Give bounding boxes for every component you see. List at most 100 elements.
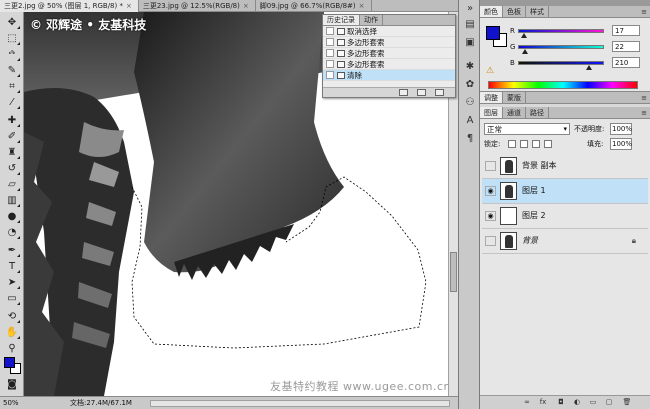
visibility-eye-icon[interactable]: ◉ — [485, 186, 496, 196]
shape-tool-icon[interactable]: ▭ — [4, 292, 20, 306]
clone-source-icon[interactable]: ⚇ — [463, 96, 477, 109]
clone-stamp-tool-icon[interactable]: ♜ — [4, 146, 20, 160]
tab-masks[interactable]: 蒙版 — [503, 92, 526, 103]
link-layers-icon[interactable]: ∞ — [522, 398, 532, 407]
eraser-tool-icon[interactable]: ▱ — [4, 178, 20, 192]
history-source-checkbox[interactable] — [326, 27, 334, 35]
red-slider[interactable]: R 17 — [510, 25, 646, 38]
zoom-tool-icon[interactable]: ⚲ — [4, 342, 20, 356]
new-snapshot-icon[interactable] — [417, 89, 426, 96]
new-group-icon[interactable]: ▭ — [588, 398, 598, 407]
blur-tool-icon[interactable]: ● — [4, 210, 20, 224]
fill-input[interactable]: 100% — [610, 138, 632, 150]
tool-presets-icon[interactable]: ✱ — [463, 60, 477, 73]
doc-tab-active[interactable]: 三更2.jpg @ 50% (图层 1, RGB/8) * × — [0, 0, 139, 12]
visibility-toggle[interactable] — [485, 161, 496, 171]
paragraph-icon[interactable]: ¶ — [463, 132, 477, 145]
blue-value-input[interactable]: 210 — [612, 57, 640, 68]
lock-all-icon[interactable] — [544, 140, 552, 148]
green-track[interactable] — [518, 45, 604, 49]
history-item[interactable]: 取消选择 — [323, 26, 455, 37]
crop-tool-icon[interactable]: ⌗ — [4, 80, 20, 94]
layer-row[interactable]: 背景 🔒︎ — [482, 229, 648, 254]
layer-row[interactable]: ◉ 图层 2 — [482, 204, 648, 229]
doc-tab-2[interactable]: 三更23.jpg @ 12.5%(RGB/8) × — [139, 0, 256, 12]
red-slider-knob[interactable] — [520, 33, 527, 38]
hand-tool-icon[interactable]: ✋ — [4, 326, 20, 340]
blend-mode-select[interactable]: 正常 — [484, 123, 570, 135]
foreground-color-swatch[interactable] — [4, 357, 15, 368]
tab-styles[interactable]: 样式 — [526, 6, 549, 17]
character-icon[interactable]: A — [463, 114, 477, 127]
close-icon[interactable]: × — [126, 0, 132, 12]
close-icon[interactable]: × — [243, 0, 249, 12]
lock-pixels-icon[interactable] — [520, 140, 528, 148]
3d-rotate-tool-icon[interactable]: ⟲ — [4, 310, 20, 324]
tab-channels[interactable]: 通道 — [503, 107, 526, 118]
add-mask-icon[interactable]: ◘ — [556, 398, 566, 407]
quick-select-tool-icon[interactable]: ✎ — [4, 64, 20, 78]
foreground-color-swatch[interactable] — [486, 26, 500, 40]
visibility-toggle[interactable] — [485, 236, 496, 246]
green-value-input[interactable]: 22 — [612, 41, 640, 52]
lock-transparency-icon[interactable] — [508, 140, 516, 148]
history-item[interactable]: 多边形套索 — [323, 48, 455, 59]
red-value-input[interactable]: 17 — [612, 25, 640, 36]
move-tool-icon[interactable]: ✥ — [4, 16, 20, 30]
tab-paths[interactable]: 路径 — [526, 107, 549, 118]
brush-tool-icon[interactable]: ✐ — [4, 130, 20, 144]
lasso-tool-icon[interactable]: ⰴ — [4, 48, 20, 62]
history-item[interactable]: 多边形套索 — [323, 37, 455, 48]
gamut-warning-icon[interactable]: ⚠ — [486, 66, 494, 76]
tab-adjustments[interactable]: 调整 — [480, 92, 503, 103]
quick-mask-icon[interactable]: ◙ — [4, 378, 20, 392]
pen-tool-icon[interactable]: ✒ — [4, 244, 20, 258]
layer-row-selected[interactable]: ◉ 图层 1 — [482, 179, 648, 204]
blue-slider-knob[interactable] — [585, 65, 592, 70]
healing-brush-tool-icon[interactable]: ✚ — [4, 114, 20, 128]
tab-swatches[interactable]: 色板 — [503, 6, 526, 17]
marquee-tool-icon[interactable]: ⬚ — [4, 32, 20, 46]
history-source-checkbox[interactable] — [326, 60, 334, 68]
panel-menu-icon[interactable]: ≡ — [641, 94, 647, 102]
layer-style-icon[interactable]: fx — [538, 398, 548, 407]
scrollbar-thumb[interactable] — [450, 252, 457, 292]
lock-position-icon[interactable] — [532, 140, 540, 148]
green-slider[interactable]: G 22 — [510, 41, 646, 54]
history-item[interactable]: 多边形套索 — [323, 59, 455, 70]
close-icon[interactable]: × — [359, 0, 365, 12]
dodge-tool-icon[interactable]: ◔ — [4, 226, 20, 240]
panel-menu-icon[interactable]: ≡ — [641, 8, 647, 16]
panel-menu-icon[interactable]: ≡ — [641, 109, 647, 117]
tab-history[interactable]: 历史记录 — [323, 15, 360, 25]
brushes-icon[interactable]: ✿ — [463, 78, 477, 91]
collapse-arrows-icon[interactable]: » — [463, 2, 477, 15]
opacity-input[interactable]: 100% — [610, 123, 632, 135]
tab-actions[interactable]: 动作 — [360, 15, 383, 25]
zoom-level[interactable]: 50% — [3, 397, 19, 409]
gradient-tool-icon[interactable]: ▥ — [4, 194, 20, 208]
history-source-checkbox[interactable] — [326, 71, 334, 79]
tab-color[interactable]: 颜色 — [480, 6, 503, 17]
visibility-eye-icon[interactable]: ◉ — [485, 211, 496, 221]
doc-tab-3[interactable]: 脚09.jpg @ 66.7%(RGB/8#) × — [256, 0, 372, 12]
new-document-from-state-icon[interactable] — [399, 89, 408, 96]
history-brush-tool-icon[interactable]: ↺ — [4, 162, 20, 176]
blue-slider[interactable]: B 210 — [510, 57, 646, 70]
red-track[interactable] — [518, 29, 604, 33]
adjustment-layer-icon[interactable]: ◐ — [572, 398, 582, 407]
green-slider-knob[interactable] — [522, 49, 529, 54]
type-tool-icon[interactable]: T — [4, 260, 20, 274]
tab-layers[interactable]: 图层 — [480, 107, 503, 118]
layer-row[interactable]: 背景 副本 — [482, 154, 648, 179]
trash-icon[interactable] — [435, 89, 444, 96]
color-spectrum-ramp[interactable] — [488, 81, 638, 89]
trash-icon[interactable]: 🗑︎ — [622, 398, 632, 407]
new-layer-icon[interactable]: ▢ — [604, 398, 614, 407]
horizontal-scrollbar[interactable] — [150, 400, 450, 407]
history-item-selected[interactable]: 清除 — [323, 70, 455, 81]
eyedropper-tool-icon[interactable]: ⁄ — [4, 96, 20, 110]
history-icon[interactable]: ▤ — [463, 18, 477, 31]
history-source-checkbox[interactable] — [326, 49, 334, 57]
path-select-tool-icon[interactable]: ➤ — [4, 276, 20, 290]
